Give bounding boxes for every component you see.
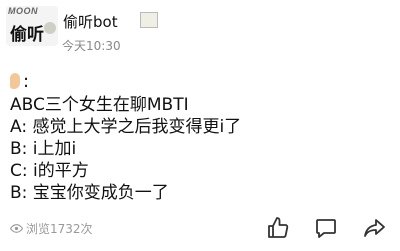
view-count: 浏览1732次	[9, 220, 93, 237]
post-line: ABC三个女生在聊MBTI	[10, 95, 189, 115]
avatar-face-icon	[44, 22, 56, 34]
avatar-text: 偷听	[10, 25, 44, 45]
post-header: MOON 偷听 偷听bot 今天10:30	[0, 0, 400, 60]
badge-icon	[140, 12, 158, 28]
post-content: : ABC三个女生在聊MBTI A: 感觉上大学之后我变得更i了 B: i上加i…	[10, 70, 395, 204]
post-timestamp: 今天10:30	[62, 39, 121, 53]
post-line: C: i的平方	[10, 161, 89, 181]
thumbs-up-icon[interactable]	[266, 216, 290, 240]
post-line: A: 感觉上大学之后我变得更i了	[10, 117, 242, 137]
post-line: B: i上加i	[10, 139, 77, 159]
username[interactable]: 偷听bot	[63, 11, 118, 32]
avatar-brand: MOON	[8, 6, 38, 16]
share-icon[interactable]	[362, 216, 386, 240]
avatar[interactable]: MOON 偷听	[6, 6, 58, 46]
ear-icon	[10, 73, 20, 89]
eye-icon	[9, 224, 24, 233]
ear-emoji-line: :	[10, 70, 395, 94]
comment-icon[interactable]	[314, 216, 338, 240]
post-line: B: 宝宝你变成负一了	[10, 183, 169, 203]
emoji-suffix: :	[23, 71, 30, 92]
post-footer: 浏览1732次	[0, 212, 400, 248]
view-count-text: 浏览1732次	[26, 222, 93, 236]
